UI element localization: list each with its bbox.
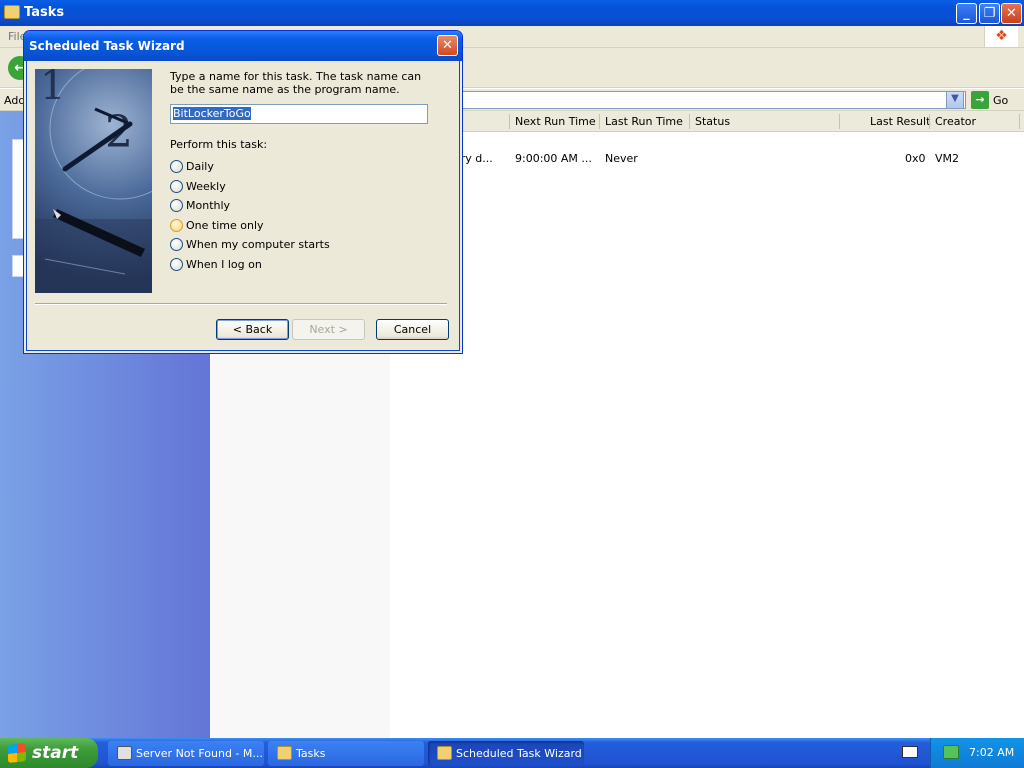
clock[interactable]: 7:02 AM	[969, 746, 1014, 759]
start-label: start	[32, 743, 79, 763]
cell-last-run: Never	[605, 152, 638, 165]
task-name-input[interactable]: BitLockerToGo	[170, 104, 428, 124]
window-title: Tasks	[24, 5, 65, 20]
column-header[interactable]: Last Result	[870, 115, 930, 128]
next-button[interactable]: Next >	[292, 319, 365, 340]
taskbar-item-label: Server Not Found - M...	[136, 747, 263, 760]
dialog-title: Scheduled Task Wizard	[29, 39, 185, 53]
close-button[interactable]: ✕	[1001, 3, 1022, 24]
keyboard-icon[interactable]	[902, 746, 918, 758]
radio-label: One time only	[186, 219, 264, 232]
radio-label: When I log on	[186, 258, 262, 271]
svg-text:1: 1	[40, 69, 65, 109]
cancel-button[interactable]: Cancel	[376, 319, 449, 340]
taskbar-item-label: Tasks	[296, 747, 326, 760]
windows-logo-icon: ❖	[984, 26, 1018, 47]
go-label: Go	[993, 94, 1009, 107]
taskbar-item-wizard[interactable]: Scheduled Task Wizard	[428, 741, 584, 766]
minimize-button[interactable]: _	[956, 3, 977, 24]
column-header-row: Next Run Time Last Run Time Status Last …	[390, 111, 1024, 132]
folder-icon	[277, 746, 292, 760]
task-list: Next Run Time Last Run Time Status Last …	[390, 111, 1024, 738]
system-tray: 7:02 AM	[930, 738, 1024, 768]
radio-icon	[170, 180, 183, 193]
folder-icon	[437, 746, 452, 760]
go-button[interactable]: → Go	[969, 91, 1021, 109]
browser-icon	[117, 746, 132, 760]
radio-icon	[170, 160, 183, 173]
cell-last-result: 0x0	[905, 152, 926, 165]
column-header[interactable]: Status	[695, 115, 730, 128]
radio-label: When my computer starts	[186, 238, 330, 251]
column-header[interactable]: Next Run Time	[515, 115, 596, 128]
cell-creator: VM2	[935, 152, 960, 165]
radio-icon	[170, 219, 183, 232]
windows-flag-icon	[8, 743, 26, 763]
radio-label: Daily	[186, 160, 214, 173]
network-icon[interactable]	[943, 745, 959, 759]
radio-label: Weekly	[186, 180, 226, 193]
folder-icon	[4, 5, 20, 19]
radio-label: Monthly	[186, 199, 231, 212]
radio-icon	[170, 258, 183, 271]
column-header[interactable]: Creator	[935, 115, 976, 128]
cell-next-run: 9:00:00 AM ...	[515, 152, 592, 165]
dialog-separator	[35, 303, 447, 305]
go-arrow-icon: →	[971, 91, 989, 109]
task-name-prompt: Type a name for this task. The task name…	[170, 70, 422, 96]
window-titlebar[interactable]: Tasks _ ❐ ✕	[0, 0, 1024, 26]
taskbar-item-browser[interactable]: Server Not Found - M...	[108, 741, 264, 766]
back-button[interactable]: < Back	[216, 319, 289, 340]
radio-icon	[170, 199, 183, 212]
perform-task-label: Perform this task:	[170, 138, 268, 151]
chevron-down-icon[interactable]: ▼	[946, 91, 964, 109]
scheduled-task-wizard-dialog: Scheduled Task Wizard ✕ 1 2 Type a name …	[23, 30, 463, 354]
task-name-value: BitLockerToGo	[173, 107, 251, 120]
taskbar-item-label: Scheduled Task Wizard	[456, 747, 582, 760]
taskbar-item-tasks[interactable]: Tasks	[268, 741, 424, 766]
start-button[interactable]: start	[0, 738, 98, 768]
radio-icon	[170, 238, 183, 251]
close-icon[interactable]: ✕	[437, 35, 458, 56]
restore-button[interactable]: ❐	[979, 3, 1000, 24]
wizard-clock-image: 1 2	[35, 69, 152, 293]
dialog-titlebar[interactable]: Scheduled Task Wizard ✕	[24, 31, 462, 61]
column-header[interactable]: Last Run Time	[605, 115, 683, 128]
taskbar: start Server Not Found - M... Tasks Sche…	[0, 738, 1024, 768]
